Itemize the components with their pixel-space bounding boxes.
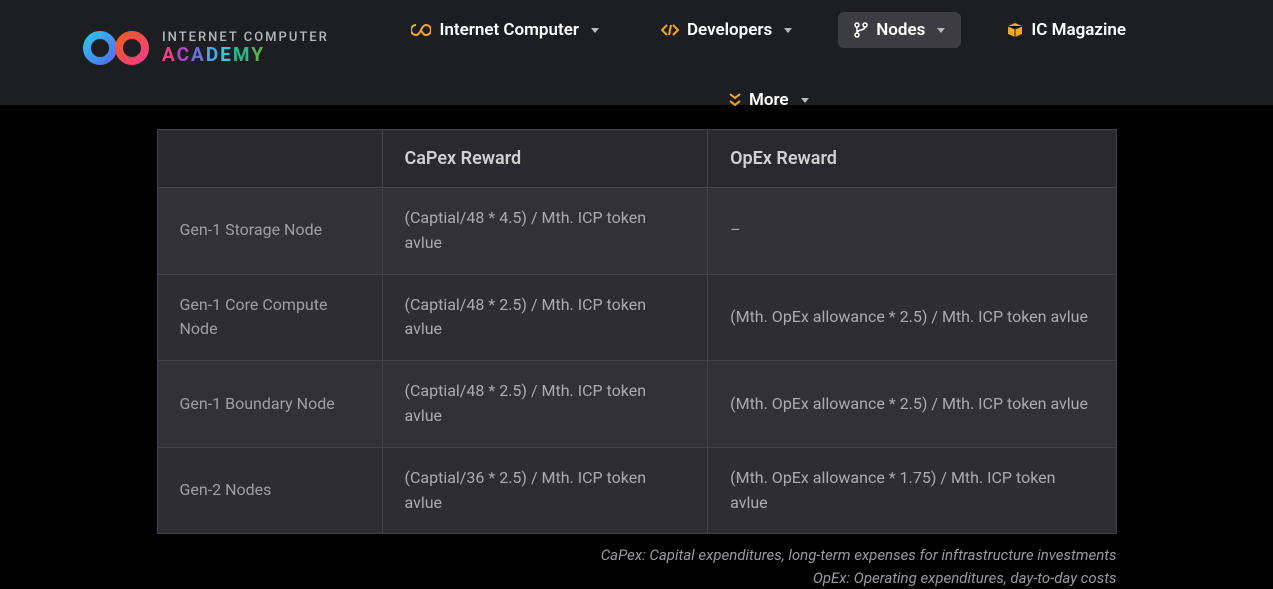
footnote-capex: CaPex: Capital expenditures, long-term e… [157,544,1117,567]
row-name: Gen-1 Storage Node [157,188,382,275]
table-row: Gen-1 Core Compute Node (Captial/48 * 2.… [157,274,1116,361]
row-name: Gen-1 Boundary Node [157,361,382,448]
nav-label: Developers [687,20,772,40]
row-capex: (Captial/48 * 2.5) / Mth. ICP token avlu… [382,361,708,448]
content-area: CaPex Reward OpEx Reward Gen-1 Storage N… [0,105,1273,589]
nav-label: Internet Computer [439,20,578,40]
col-header-opex: OpEx Reward [708,130,1116,188]
table-row: Gen-1 Storage Node (Captial/48 * 4.5) / … [157,188,1116,275]
chevron-down-icon [937,28,945,33]
row-name: Gen-1 Core Compute Node [157,274,382,361]
row-opex: (Mth. OpEx allowance * 1.75) / Mth. ICP … [708,447,1116,534]
box-icon [1007,22,1023,38]
logo-bottom-line: ACADEMY [162,45,329,65]
nav-item-nodes[interactable]: Nodes [838,12,961,48]
table-row: Gen-2 Nodes (Captial/36 * 2.5) / Mth. IC… [157,447,1116,534]
row-capex: (Captial/48 * 2.5) / Mth. ICP token avlu… [382,274,708,361]
col-header-capex: CaPex Reward [382,130,708,188]
row-capex: (Captial/36 * 2.5) / Mth. ICP token avlu… [382,447,708,534]
top-nav-bar: INTERNET COMPUTER ACADEMY Internet Compu… [0,0,1273,105]
logo-text: INTERNET COMPUTER ACADEMY [162,31,329,65]
site-logo[interactable]: INTERNET COMPUTER ACADEMY [80,30,329,66]
code-icon [661,24,679,36]
row-capex: (Captial/48 * 4.5) / Mth. ICP token avlu… [382,188,708,275]
nav-item-more[interactable]: More [699,82,839,118]
table-header-row: CaPex Reward OpEx Reward [157,130,1116,188]
double-chevron-down-icon [729,93,741,107]
chevron-down-icon [784,28,792,33]
branch-icon [854,22,868,38]
row-opex: (Mth. OpEx allowance * 2.5) / Mth. ICP t… [708,274,1116,361]
nav-item-developers[interactable]: Developers [645,12,808,48]
infinity-icon [411,24,431,36]
nav-label: Nodes [876,20,925,40]
row-name: Gen-2 Nodes [157,447,382,534]
table-footnotes: CaPex: Capital expenditures, long-term e… [157,544,1117,589]
chevron-down-icon [591,28,599,33]
footnote-opex: OpEx: Operating expenditures, day-to-day… [157,567,1117,589]
chevron-down-icon [801,98,809,103]
infinity-logo-icon [80,30,152,66]
nav-label: More [749,90,789,110]
rewards-table: CaPex Reward OpEx Reward Gen-1 Storage N… [157,129,1117,534]
nav-item-internet-computer[interactable]: Internet Computer [395,12,614,48]
row-opex: – [708,188,1116,275]
main-nav: Internet Computer Developers Nodes IC Ma… [359,0,1179,118]
col-header-empty [157,130,382,188]
nav-label: IC Magazine [1031,20,1126,40]
row-opex: (Mth. OpEx allowance * 2.5) / Mth. ICP t… [708,361,1116,448]
nav-item-ic-magazine[interactable]: IC Magazine [991,12,1142,48]
table-row: Gen-1 Boundary Node (Captial/48 * 2.5) /… [157,361,1116,448]
